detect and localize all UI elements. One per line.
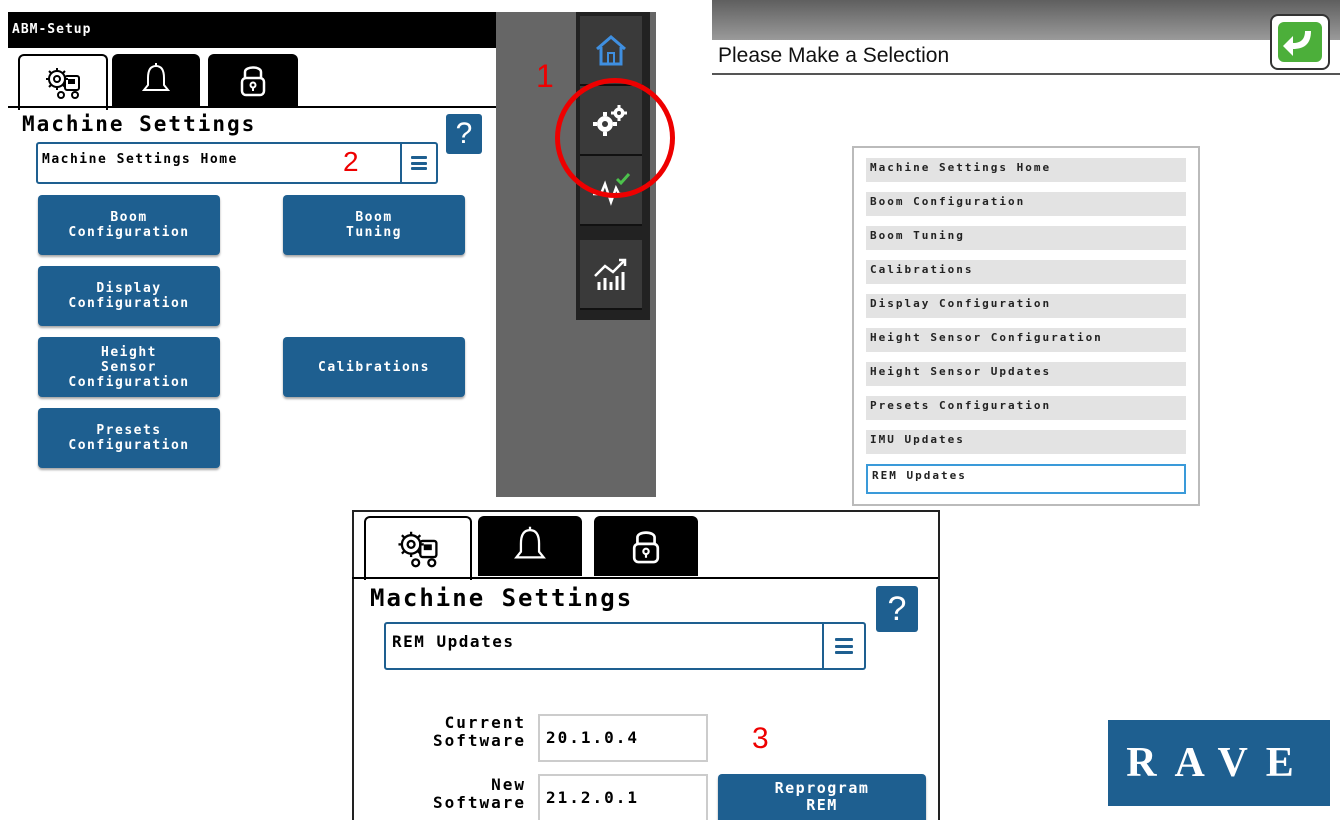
list-item-calibrations[interactable]: Calibrations: [866, 260, 1186, 286]
tab-divider: [8, 106, 496, 108]
chart-icon: [594, 258, 627, 290]
tab-machine-settings[interactable]: [18, 54, 108, 110]
tab-divider-2: [352, 577, 938, 579]
help-button[interactable]: ?: [446, 114, 482, 154]
selection-dialog-title: Please Make a Selection: [718, 44, 950, 67]
tab-alarms-2[interactable]: [478, 516, 582, 576]
list-item-imu-updates[interactable]: IMU Updates: [866, 430, 1186, 456]
list-item-rem-updates[interactable]: REM Updates: [866, 464, 1186, 494]
machine-settings-icon: [46, 68, 80, 99]
new-software-label: New Software: [432, 775, 526, 812]
display-configuration-button[interactable]: Display Configuration: [38, 266, 220, 326]
section-title-2: Machine Settings: [370, 584, 634, 612]
menu-icon: [835, 638, 853, 654]
step-marker-1: 1: [536, 58, 554, 94]
reprogram-rem-button[interactable]: Reprogram REM: [718, 774, 926, 820]
list-item-display-configuration[interactable]: Display Configuration: [866, 294, 1186, 320]
rave-logo: RAVE: [1108, 720, 1330, 806]
bell-icon: [514, 526, 546, 559]
highlight-circle: [555, 78, 675, 198]
menu-icon: [411, 156, 427, 170]
section-title: Machine Settings: [22, 112, 257, 136]
current-software-value: 20.1.0.4: [538, 714, 708, 762]
back-button[interactable]: [1270, 14, 1330, 70]
list-item-boom-tuning[interactable]: Boom Tuning: [866, 226, 1186, 252]
bell-icon: [141, 63, 171, 91]
step-marker-3: 3: [752, 722, 769, 755]
dialog-divider: [712, 73, 1340, 75]
list-item-boom-configuration[interactable]: Boom Configuration: [866, 192, 1186, 218]
current-software-label: Current Software: [432, 713, 526, 750]
page-select-value-2: REM Updates: [392, 632, 515, 651]
step-marker-2: 2: [343, 146, 359, 177]
tab-alarms[interactable]: [112, 54, 200, 106]
list-item-machine-settings-home[interactable]: Machine Settings Home: [866, 158, 1186, 184]
tab-lock[interactable]: [208, 54, 298, 106]
page-select-menu-button[interactable]: [400, 144, 436, 182]
lock-icon: [632, 531, 660, 564]
lock-icon: [240, 66, 266, 97]
height-sensor-configuration-button[interactable]: Height Sensor Configuration: [38, 337, 220, 397]
tab-machine-settings-2[interactable]: [364, 516, 472, 580]
rail-home-button[interactable]: [580, 16, 642, 86]
list-item-height-sensor-updates[interactable]: Height Sensor Updates: [866, 362, 1186, 388]
calibrations-button[interactable]: Calibrations: [283, 337, 465, 397]
selection-dialog-header: [712, 0, 1340, 40]
list-item-height-sensor-configuration[interactable]: Height Sensor Configuration: [866, 328, 1186, 354]
page-select-menu-button-2[interactable]: [822, 624, 864, 668]
list-item-presets-configuration[interactable]: Presets Configuration: [866, 396, 1186, 422]
back-arrow-icon: [1278, 22, 1322, 62]
home-icon: [596, 35, 626, 66]
boom-configuration-button[interactable]: Boom Configuration: [38, 195, 220, 255]
presets-configuration-button[interactable]: Presets Configuration: [38, 408, 220, 468]
new-software-value: 21.2.0.1: [538, 774, 708, 820]
boom-tuning-button[interactable]: Boom Tuning: [283, 195, 465, 255]
machine-settings-icon: [398, 531, 438, 568]
rail-reports-button[interactable]: [580, 240, 642, 310]
page-select-value: Machine Settings Home: [42, 152, 238, 167]
window-title: ABM-Setup: [12, 22, 92, 37]
help-button-2[interactable]: ?: [876, 586, 918, 632]
tab-lock-2[interactable]: [594, 516, 698, 576]
